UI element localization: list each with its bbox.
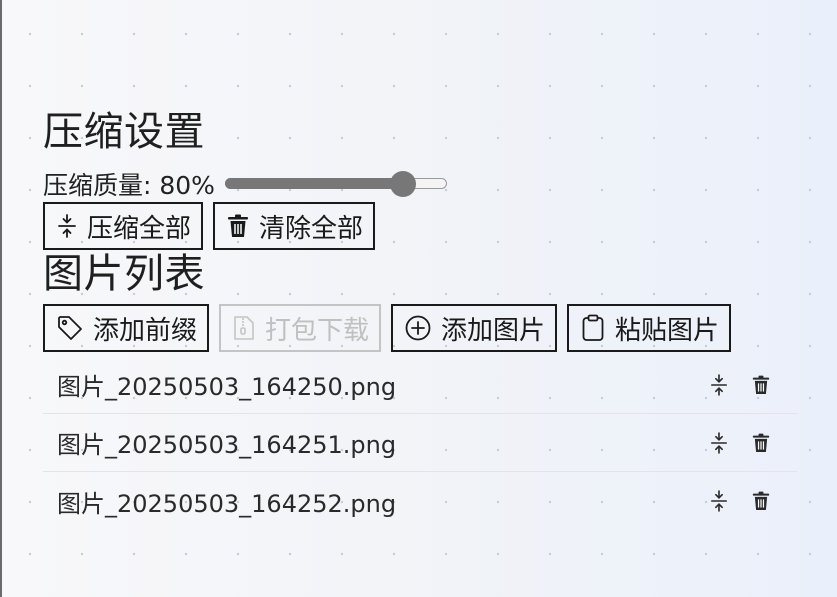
file-list: 图片_20250503_164250.png 图片_20250503_16425… [43,356,797,530]
compress-all-button[interactable]: 压缩全部 [43,202,204,250]
list-item: 图片_20250503_164252.png [43,472,797,530]
tag-icon [57,315,83,341]
quality-label: 压缩质量: 80% [43,171,215,200]
row-actions [707,373,773,397]
plus-circle-icon [405,315,431,341]
trash-icon[interactable] [749,489,773,513]
file-name: 图片_20250503_164251.png [57,431,397,459]
pack-download-label: 打包下载 [265,315,370,346]
paste-image-label: 粘贴图片 [615,315,720,346]
compress-settings-title: 压缩设置 [43,109,205,155]
add-image-label: 添加图片 [441,315,546,346]
compress-icon[interactable] [707,373,731,397]
compress-icon[interactable] [707,489,731,513]
row-actions [707,431,773,455]
add-prefix-label: 添加前缀 [93,315,198,346]
main-content: 压缩设置 压缩质量: 80% 压缩全部 清除全部 图片列表 添加前缀 打包下载 … [43,112,803,530]
slider-thumb[interactable] [389,171,416,197]
clear-all-label: 清除全部 [259,213,364,244]
add-prefix-button[interactable]: 添加前缀 [43,304,210,352]
clipboard-icon [581,314,605,342]
quality-slider[interactable] [224,171,447,197]
trash-icon[interactable] [749,373,773,397]
image-list-actions: 添加前缀 打包下载 添加图片 粘贴图片 [43,304,803,354]
trash-icon [227,214,249,238]
trash-icon[interactable] [749,431,773,455]
compress-actions: 压缩全部 清除全部 [43,202,803,252]
compress-icon[interactable] [707,431,731,455]
list-item: 图片_20250503_164250.png [43,356,797,414]
compress-all-label: 压缩全部 [87,213,192,244]
pack-download-button[interactable]: 打包下载 [219,304,382,352]
file-name: 图片_20250503_164250.png [57,373,397,401]
add-image-button[interactable]: 添加图片 [391,304,558,352]
row-actions [707,489,773,513]
window-left-edge [0,0,2,597]
image-list-title: 图片列表 [43,251,205,297]
list-item: 图片_20250503_164251.png [43,414,797,472]
paste-image-button[interactable]: 粘贴图片 [567,304,732,352]
zip-file-icon [233,315,255,341]
slider-fill [224,178,403,189]
compress-icon [57,214,77,238]
quality-row: 压缩质量: 80% [43,166,803,202]
clear-all-button[interactable]: 清除全部 [213,202,376,250]
file-name: 图片_20250503_164252.png [57,489,397,518]
